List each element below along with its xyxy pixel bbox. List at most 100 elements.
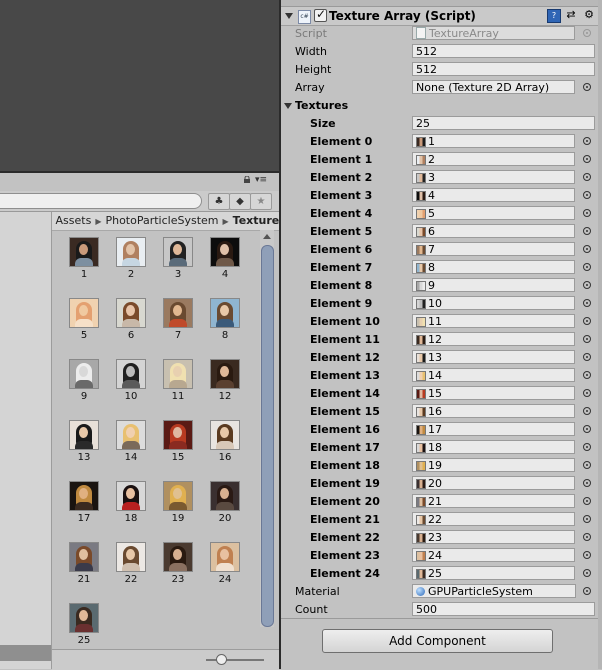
gear-icon[interactable]: ⚙ [583,9,595,21]
textures-size-field[interactable]: 25 [412,116,595,130]
zoom-slider-handle[interactable] [216,654,227,665]
scroll-up-icon[interactable] [263,234,271,239]
breadcrumb-item-assets[interactable]: Assets [56,214,92,227]
texture-picker-icon[interactable] [583,479,591,487]
asset-item[interactable]: 18 [111,475,151,529]
asset-item[interactable]: 7 [158,292,198,346]
texture-picker-icon[interactable] [583,155,591,163]
search-input[interactable] [0,193,202,209]
asset-item[interactable]: 11 [158,353,198,407]
texture-picker-icon[interactable] [583,569,591,577]
texture-element-field[interactable]: 23 [412,530,575,544]
texture-picker-icon[interactable] [583,335,591,343]
texture-picker-icon[interactable] [583,209,591,217]
texture-element-field[interactable]: 8 [412,260,575,274]
texture-element-field[interactable]: 19 [412,458,575,472]
array-field[interactable]: None (Texture 2D Array) [412,80,575,94]
scene-view[interactable] [0,0,279,171]
texture-picker-icon[interactable] [583,173,591,181]
texture-picker-icon[interactable] [583,299,591,307]
height-field[interactable]: 512 [412,62,595,76]
texture-picker-icon[interactable] [583,227,591,235]
texture-element-field[interactable]: 12 [412,332,575,346]
texture-element-field[interactable]: 3 [412,170,575,184]
texture-element-field[interactable]: 14 [412,368,575,382]
texture-picker-icon[interactable] [583,551,591,559]
lock-icon[interactable] [244,176,250,183]
texture-element-field[interactable]: 10 [412,296,575,310]
asset-item[interactable]: 16 [205,414,245,468]
texture-picker-icon[interactable] [583,245,591,253]
textures-property[interactable]: Textures [281,97,602,115]
texture-element-field[interactable]: 5 [412,206,575,220]
texture-picker-icon[interactable] [583,263,591,271]
folder-tree[interactable] [0,212,52,669]
asset-item[interactable]: 2 [111,231,151,285]
asset-item[interactable]: 12 [205,353,245,407]
texture-element-field[interactable]: 18 [412,440,575,454]
asset-item[interactable]: 19 [158,475,198,529]
component-enabled-checkbox[interactable]: ✓ [314,7,327,22]
texture-picker-icon[interactable] [583,407,591,415]
material-field[interactable]: GPUParticleSystem [412,584,576,598]
texture-element-field[interactable]: 22 [412,512,575,526]
count-field[interactable]: 500 [412,602,595,616]
texture-picker-icon[interactable] [583,533,591,541]
material-picker-icon[interactable] [583,587,591,595]
asset-item[interactable]: 24 [205,536,245,590]
texture-picker-icon[interactable] [583,425,591,433]
texture-picker-icon[interactable] [583,443,591,451]
asset-item[interactable]: 1 [64,231,104,285]
foldout-arrow-icon[interactable] [285,13,293,19]
asset-item[interactable]: 22 [111,536,151,590]
texture-picker-icon[interactable] [583,515,591,523]
texture-element-field[interactable]: 21 [412,494,575,508]
help-book-icon[interactable]: ? [547,9,561,23]
texture-element-field[interactable]: 20 [412,476,575,490]
asset-item[interactable]: 23 [158,536,198,590]
texture-element-field[interactable]: 24 [412,548,575,562]
inspector-scrollbar[interactable] [598,0,602,669]
asset-item[interactable]: 25 [64,597,104,651]
texture-element-field[interactable]: 17 [412,422,575,436]
texture-element-field[interactable]: 13 [412,350,575,364]
add-component-button[interactable]: Add Component [322,629,553,653]
filter-by-type-button[interactable]: ♣ [208,193,230,210]
texture-element-field[interactable]: 1 [412,134,575,148]
asset-item[interactable]: 9 [64,353,104,407]
width-field[interactable]: 512 [412,44,595,58]
breadcrumb-item-folder[interactable]: PhotoParticleSystem [105,214,218,227]
asset-item[interactable]: 20 [205,475,245,529]
texture-element-field[interactable]: 9 [412,278,575,292]
texture-element-field[interactable]: 2 [412,152,575,166]
texture-element-field[interactable]: 7 [412,242,575,256]
textures-foldout-arrow-icon[interactable] [284,103,292,109]
asset-item[interactable]: 21 [64,536,104,590]
asset-item[interactable]: 6 [111,292,151,346]
zoom-slider[interactable] [206,659,264,661]
filter-by-label-button[interactable]: ◆ [229,193,251,210]
texture-picker-icon[interactable] [583,353,591,361]
texture-element-field[interactable]: 11 [412,314,575,328]
texture-picker-icon[interactable] [583,191,591,199]
asset-item[interactable]: 15 [158,414,198,468]
asset-item[interactable]: 17 [64,475,104,529]
texture-element-field[interactable]: 25 [412,566,575,580]
window-menu-icon[interactable]: ▾≡ [255,175,267,185]
asset-item[interactable]: 14 [111,414,151,468]
asset-item[interactable]: 4 [205,231,245,285]
texture-picker-icon[interactable] [583,461,591,469]
favorites-button[interactable]: ★ [250,193,272,210]
vertical-scrollbar[interactable] [260,230,274,627]
texture-element-field[interactable]: 15 [412,386,575,400]
scrollbar-thumb[interactable] [261,245,274,627]
texture-element-field[interactable]: 6 [412,224,575,238]
array-picker-icon[interactable] [583,83,591,91]
asset-item[interactable]: 3 [158,231,198,285]
texture-picker-icon[interactable] [583,497,591,505]
texture-picker-icon[interactable] [583,389,591,397]
texture-picker-icon[interactable] [583,371,591,379]
breadcrumb-item-current[interactable]: Textures [233,214,279,227]
texture-picker-icon[interactable] [583,281,591,289]
asset-item[interactable]: 5 [64,292,104,346]
